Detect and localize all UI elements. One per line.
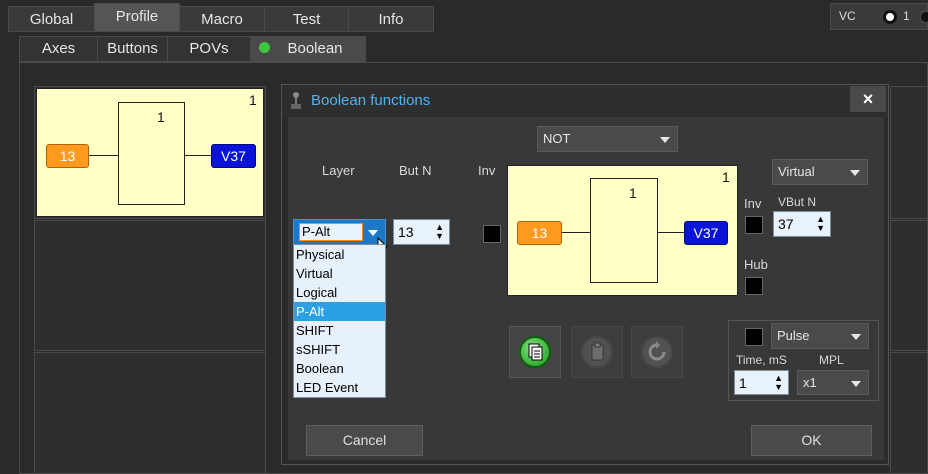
button-number-value: 13 <box>398 224 414 240</box>
spinner-arrows-icon[interactable]: ▲ ▼ <box>774 374 783 392</box>
cancel-button[interactable]: Cancel <box>306 425 423 456</box>
layer-option[interactable]: Logical <box>294 283 385 302</box>
diagram-index: 1 <box>722 169 730 185</box>
pulse-select[interactable]: Pulse <box>771 323 869 349</box>
inv-label: Inv <box>478 163 496 178</box>
subtab-buttons[interactable]: Buttons <box>97 36 168 62</box>
button-number-spinner[interactable]: 13 ▲ ▼ <box>393 219 450 245</box>
function-select-value: NOT <box>543 131 571 146</box>
copy-button[interactable] <box>509 326 561 378</box>
layer-option[interactable]: Virtual <box>294 264 385 283</box>
layer-select-value: P-Alt <box>299 223 363 241</box>
vbut-number-value: 37 <box>778 216 794 232</box>
subtab-axes[interactable]: Axes <box>19 36 98 62</box>
tab-test[interactable]: Test <box>264 6 349 32</box>
chevron-down-icon <box>851 334 861 340</box>
undo-button[interactable] <box>631 326 683 378</box>
vbut-label: VBut N <box>778 195 817 209</box>
ok-button[interactable]: OK <box>751 425 872 456</box>
mpl-value: x1 <box>803 375 817 390</box>
diagram-input-pill: 13 <box>517 221 562 245</box>
clipboard-icon <box>581 336 613 368</box>
preview-input-pill: 13 <box>46 144 89 168</box>
vc-radio-1-label: 1 <box>903 9 910 23</box>
function-slot[interactable] <box>890 220 928 351</box>
dialog-titlebar[interactable]: Boolean functions × <box>282 85 888 117</box>
butn-label: But N <box>399 163 432 178</box>
dialog-title: Boolean functions <box>311 92 431 109</box>
vbut-number-spinner[interactable]: 37 ▲ ▼ <box>773 211 831 237</box>
joystick-icon <box>290 92 302 110</box>
time-spinner[interactable]: 1 ▲ ▼ <box>734 370 789 395</box>
function-slot[interactable] <box>34 220 266 351</box>
hub-label: Hub <box>744 257 768 272</box>
layer-select[interactable]: P-Alt <box>293 219 386 245</box>
layer-dropdown-list[interactable]: Physical Virtual Logical P-Alt SHIFT sSHIFT Bo… <box>293 244 386 398</box>
subtab-boolean-label: Boolean <box>287 40 343 57</box>
output-type-select[interactable]: Virtual <box>772 159 868 185</box>
spinner-arrows-icon[interactable]: ▲ ▼ <box>435 223 444 241</box>
layer-option[interactable]: P-Alt <box>294 302 385 321</box>
chevron-down-icon <box>368 230 378 236</box>
subtab-boolean[interactable]: Boolean <box>250 36 366 62</box>
inv-checkbox[interactable] <box>483 225 501 243</box>
boolean-led-icon <box>259 42 270 53</box>
tab-profile[interactable]: Profile <box>94 3 180 32</box>
diagram-output-pill: V37 <box>684 221 728 245</box>
paste-icon <box>519 336 551 368</box>
pulse-select-value: Pulse <box>777 328 810 343</box>
preview-gate: 1 <box>118 102 185 205</box>
chevron-down-icon <box>851 381 861 387</box>
output-type-value: Virtual <box>778 164 815 179</box>
chevron-down-icon <box>660 137 670 143</box>
function-slot[interactable] <box>34 352 266 474</box>
close-button[interactable]: × <box>850 86 886 112</box>
boolean-function-diagram: 1 1 13 V37 <box>507 165 738 296</box>
layer-option[interactable]: SHIFT <box>294 321 385 340</box>
diagram-input-wire <box>561 232 591 233</box>
refresh-icon <box>641 336 673 368</box>
vc-radio-2[interactable] <box>919 10 928 24</box>
tab-info[interactable]: Info <box>348 6 434 32</box>
boolean-preview-diagram[interactable]: 1 1 13 V37 <box>36 88 264 217</box>
subtab-povs[interactable]: POVs <box>167 36 251 62</box>
time-value: 1 <box>739 375 747 391</box>
vc-panel: VC 1 <box>830 3 928 30</box>
preview-gate-label: 1 <box>157 109 165 125</box>
layer-option[interactable]: sSHIFT <box>294 340 385 359</box>
preview-output-wire <box>185 155 211 156</box>
spinner-arrows-icon[interactable]: ▲ ▼ <box>816 215 825 233</box>
diagram-gate: 1 <box>590 178 658 283</box>
mpl-select[interactable]: x1 <box>797 370 869 395</box>
time-label: Time, mS <box>736 353 787 367</box>
preview-output-pill: V37 <box>211 144 256 168</box>
preview-input-wire <box>89 155 119 156</box>
vc-label: VC <box>839 9 856 23</box>
mpl-label: MPL <box>819 353 844 367</box>
paste-button[interactable] <box>571 326 623 378</box>
output-inv-checkbox[interactable] <box>745 216 763 234</box>
chevron-down-icon <box>850 170 860 176</box>
function-slot[interactable] <box>890 352 928 474</box>
layer-option[interactable]: Boolean <box>294 359 385 378</box>
tab-global[interactable]: Global <box>8 6 95 32</box>
layer-option[interactable]: Physical <box>294 245 385 264</box>
preview-index: 1 <box>249 92 257 108</box>
layer-label: Layer <box>322 163 355 178</box>
diagram-output-wire <box>658 232 684 233</box>
pulse-checkbox[interactable] <box>745 328 763 346</box>
hub-checkbox[interactable] <box>745 277 763 295</box>
layer-option[interactable]: LED Event <box>294 378 385 397</box>
diagram-gate-label: 1 <box>629 185 637 201</box>
tab-macro[interactable]: Macro <box>179 6 265 32</box>
function-select[interactable]: NOT <box>537 126 678 152</box>
vc-radio-1[interactable] <box>883 10 897 24</box>
inv2-label: Inv <box>744 196 762 211</box>
function-slot[interactable] <box>890 86 928 219</box>
